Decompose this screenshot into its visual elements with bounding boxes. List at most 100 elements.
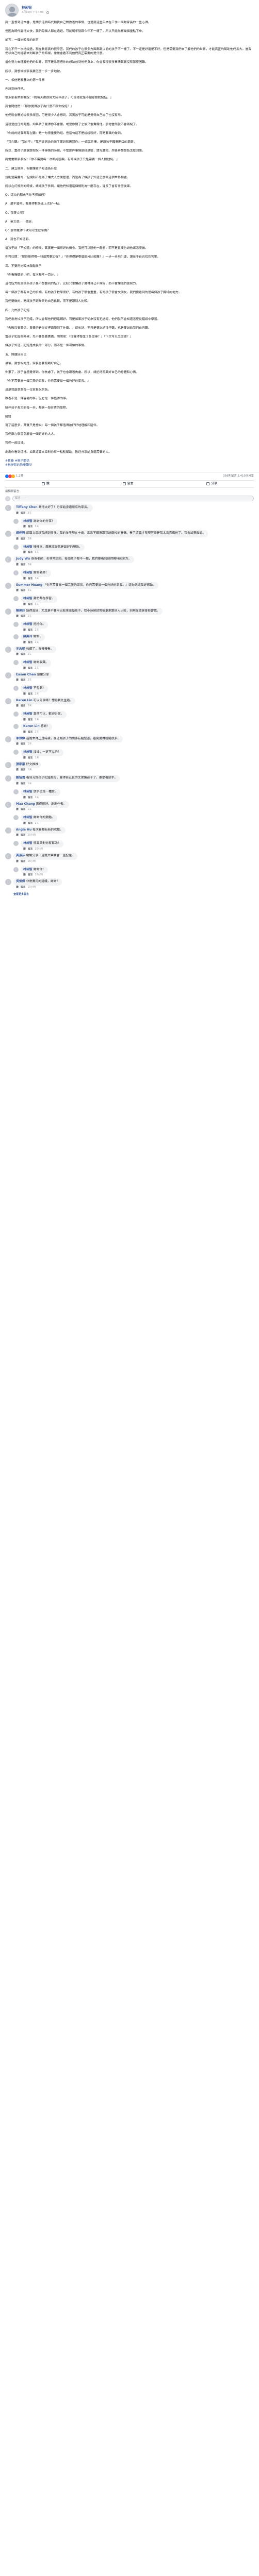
commenter-avatar[interactable] — [13, 686, 19, 691]
commenter-name[interactable]: 陳美玲 — [16, 609, 25, 613]
comment-time[interactable]: 2天 — [35, 718, 39, 722]
commenter-name[interactable]: Angie Hu — [16, 828, 31, 832]
comment-reply-button[interactable]: 留言 — [28, 603, 33, 606]
comment-reply-button[interactable]: 留言 — [28, 731, 33, 734]
comment-sort-dropdown[interactable]: 最相關留言 — [5, 489, 19, 494]
comment-reply-button[interactable]: 留言 — [28, 718, 33, 722]
comment-reply-button[interactable]: 留言 — [21, 589, 26, 592]
commenter-avatar[interactable] — [13, 622, 19, 628]
comment-reply-button[interactable]: 留言 — [28, 848, 33, 851]
comment-time[interactable]: 2天 — [27, 653, 31, 656]
comment-like-button[interactable]: 讚 — [23, 718, 26, 722]
comment-like-button[interactable]: 讚 — [23, 822, 26, 825]
comment-time[interactable]: 1天 — [35, 822, 39, 825]
author-avatar[interactable] — [5, 4, 19, 17]
comment-like-button[interactable]: 讚 — [23, 756, 26, 760]
comment-like-button[interactable]: 讚 — [23, 848, 26, 851]
comment-like-button[interactable]: 讚 — [23, 731, 26, 734]
share-button[interactable]: 分享 — [206, 482, 217, 486]
comment-reply-button[interactable]: 留言 — [21, 860, 26, 863]
commenter-name[interactable]: Karen Lin — [23, 725, 40, 728]
commenter-avatar[interactable] — [13, 518, 19, 524]
comment-reply-button[interactable]: 留言 — [28, 551, 33, 554]
comment-like-button[interactable]: 讚 — [23, 577, 26, 581]
comment-reply-button[interactable]: 留言 — [28, 796, 33, 800]
comment-reply-button[interactable]: 留言 — [28, 756, 33, 760]
comment-reply-button[interactable]: 留言 — [21, 704, 26, 708]
commenter-avatar[interactable] — [5, 646, 11, 653]
comment-time[interactable]: 18小時 — [27, 860, 36, 863]
comment-reply-button[interactable]: 留言 — [28, 873, 33, 877]
comment-time[interactable]: 3天 — [35, 577, 39, 581]
comment-like-button[interactable]: 讚 — [16, 808, 19, 811]
commenter-avatar[interactable] — [5, 801, 11, 808]
commenter-avatar[interactable] — [13, 841, 19, 846]
commenter-name[interactable]: 林昶智 — [23, 623, 33, 626]
comment-like-button[interactable]: 讚 — [23, 603, 26, 606]
commenter-name[interactable]: 林昶智 — [23, 868, 33, 871]
comment-reply-button[interactable]: 留言 — [28, 692, 33, 696]
comment-time[interactable]: 3天 — [27, 589, 31, 592]
commenter-name[interactable]: Karen Lin — [16, 699, 33, 702]
commenter-name[interactable]: 李雅婷 — [16, 737, 25, 740]
comment-like-button[interactable]: 讚 — [23, 641, 26, 645]
comment-time[interactable]: 2天 — [35, 667, 39, 670]
comment-like-button[interactable]: 讚 — [16, 615, 19, 618]
comment-time[interactable]: 3天 — [27, 512, 31, 515]
commenter-name[interactable]: Summer Huang — [16, 584, 42, 587]
commenter-avatar[interactable] — [5, 736, 11, 742]
comment-like-button[interactable]: 讚 — [23, 873, 26, 877]
comment-like-button[interactable]: 讚 — [16, 704, 19, 708]
commenter-avatar[interactable] — [13, 789, 19, 795]
commenter-avatar[interactable] — [5, 761, 11, 768]
comment-time[interactable]: 10小時 — [27, 886, 36, 889]
comment-reply-button[interactable]: 留言 — [21, 537, 26, 541]
commenter-avatar[interactable] — [13, 724, 19, 730]
commenter-name[interactable]: 林昶智 — [23, 520, 33, 523]
comment-time[interactable]: 2天 — [35, 629, 39, 632]
comment-time[interactable]: 3天 — [35, 525, 39, 529]
comment-reply-button[interactable]: 留言 — [28, 822, 33, 825]
commenter-name[interactable]: 林昶智 — [23, 597, 33, 600]
commenter-name[interactable]: Tiffany Chen — [16, 506, 38, 509]
commenter-name[interactable]: 林昶智 — [23, 661, 33, 664]
comment-reply-button[interactable]: 留言 — [21, 653, 26, 656]
commenter-avatar[interactable] — [5, 672, 11, 679]
comment-time[interactable]: 20小時 — [35, 848, 43, 851]
comment-time[interactable]: 2天 — [27, 704, 31, 708]
commenter-name[interactable]: 林昶智 — [23, 571, 33, 574]
comment-reply-button[interactable]: 留言 — [28, 667, 33, 670]
commenter-avatar[interactable] — [5, 608, 11, 615]
comment-reply-button[interactable]: 留言 — [28, 525, 33, 529]
commenter-avatar[interactable] — [5, 775, 11, 782]
comment-like-button[interactable]: 讚 — [16, 886, 19, 889]
comment-time[interactable]: 2天 — [35, 731, 39, 734]
comment-time[interactable]: 1天 — [35, 796, 39, 800]
comment-reply-button[interactable]: 留言 — [28, 577, 33, 581]
commenter-avatar[interactable] — [5, 853, 11, 859]
comment-time[interactable]: 2天 — [27, 615, 31, 618]
commenter-avatar[interactable] — [5, 698, 11, 704]
comment-like-button[interactable]: 讚 — [23, 551, 26, 554]
commenter-name[interactable]: Max Chang — [16, 803, 35, 806]
commenter-name[interactable]: 林昶智 — [23, 751, 33, 754]
commenter-name[interactable]: 劉怡君 — [16, 776, 25, 779]
post-hashtags[interactable]: #教養 #親子關係 #林昶智的教養筆記 — [5, 459, 254, 468]
comment-like-button[interactable]: 讚 — [23, 629, 26, 632]
commenter-avatar[interactable] — [13, 660, 19, 666]
comment-input[interactable]: 留言⋯⋯ — [12, 496, 254, 502]
comment-time[interactable]: 2天 — [35, 641, 39, 645]
commenter-name[interactable]: 楊佳蓉 — [16, 532, 25, 535]
comment-like-button[interactable]: 讚 — [23, 796, 26, 800]
comment-time[interactable]: 1天 — [35, 756, 39, 760]
comment-like-button[interactable]: 讚 — [16, 679, 19, 682]
commenter-name[interactable]: 林昶智 — [23, 790, 33, 793]
commenter-avatar[interactable] — [5, 827, 11, 834]
commenter-avatar[interactable] — [13, 634, 19, 639]
commenter-avatar[interactable] — [13, 711, 19, 717]
comment-time[interactable]: 1天 — [27, 782, 31, 786]
comment-time[interactable]: 20小時 — [27, 834, 36, 837]
author-name[interactable]: 林昶智 — [22, 6, 49, 10]
comment-reply-button[interactable]: 留言 — [21, 679, 26, 682]
commenter-avatar[interactable] — [5, 582, 11, 589]
